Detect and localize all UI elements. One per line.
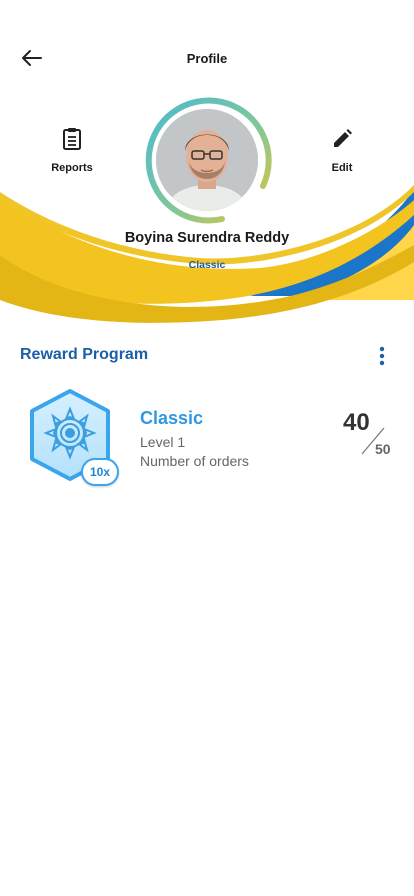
reports-button[interactable]: Reports <box>32 126 112 176</box>
avatar-portrait <box>156 109 258 211</box>
reward-metric-label: Number of orders <box>140 453 249 469</box>
reward-tier-level: Level 1 <box>140 434 186 450</box>
reward-card[interactable]: 10x Classic Level 1 Number of orders 40 … <box>20 386 400 496</box>
pencil-icon <box>334 129 352 147</box>
profile-avatar-container[interactable] <box>142 95 272 225</box>
multiplier-badge: 10x <box>81 458 119 486</box>
edit-button[interactable]: Edit <box>302 126 382 176</box>
reports-label: Reports <box>51 162 93 174</box>
more-vertical-icon <box>379 346 385 366</box>
page-title: Profile <box>186 51 228 66</box>
reward-tier-name: Classic <box>140 408 204 428</box>
avatar <box>156 109 258 211</box>
user-name: Boyina Surendra Reddy <box>124 230 290 246</box>
reward-menu-button[interactable] <box>372 344 392 368</box>
edit-label: Edit <box>331 162 353 174</box>
top-bar: Profile <box>0 40 414 76</box>
clipboard-icon <box>63 128 81 150</box>
reward-program-title: Reward Program <box>20 346 149 363</box>
user-tier: Classic <box>188 259 226 271</box>
progress-target-value: 50 <box>375 441 391 457</box>
